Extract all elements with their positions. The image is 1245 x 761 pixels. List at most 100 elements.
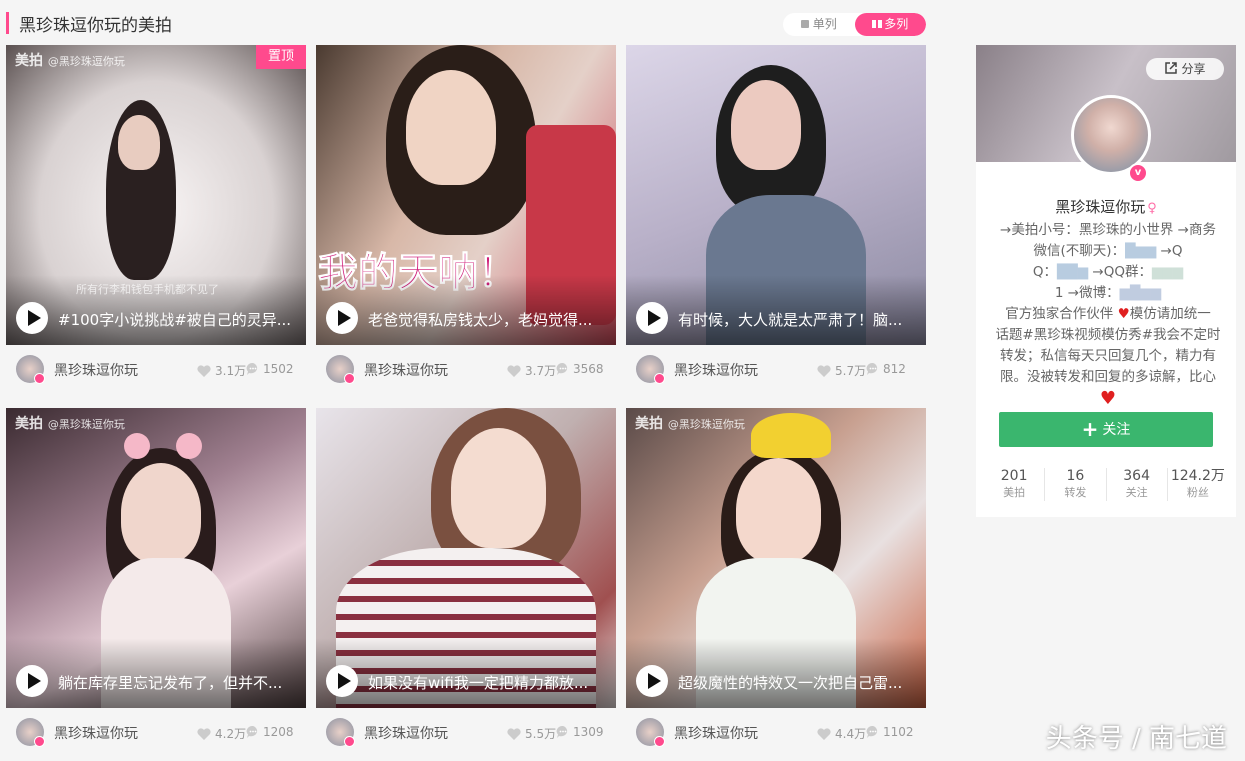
thumbnail-face <box>121 463 201 563</box>
multi-column-icon <box>872 20 877 28</box>
profile-name[interactable]: 黑珍珠逗你玩 ♀ <box>976 196 1236 217</box>
bio-line: 官方独家合作伙伴 ♥模仿请加统一 <box>1005 306 1211 322</box>
video-caption[interactable]: 如果没有wifi我一定把精力都放... <box>368 672 604 693</box>
share-icon <box>1165 62 1178 74</box>
author-name[interactable]: 黑珍珠逗你玩 <box>54 360 138 380</box>
single-column-icon <box>800 20 809 28</box>
video-meta: 黑珍珠逗你玩 3.7万 3568 <box>316 345 616 400</box>
verified-icon <box>34 373 45 384</box>
like-count[interactable]: 3.7万 <box>506 362 556 379</box>
video-meta: 黑珍珠逗你玩 4.4万 1102 <box>626 708 926 761</box>
heart-icon <box>197 365 211 377</box>
meipai-watermark: 美拍 @黑珍珠逗你玩 <box>635 416 745 432</box>
thumbnail-face <box>118 115 160 170</box>
verified-icon <box>344 373 355 384</box>
play-icon <box>338 673 351 689</box>
comment-icon <box>556 362 568 375</box>
comment-count[interactable]: 1208 <box>246 725 294 739</box>
author-name[interactable]: 黑珍珠逗你玩 <box>54 723 138 743</box>
play-icon <box>28 673 41 689</box>
like-count[interactable]: 4.4万 <box>816 725 866 742</box>
thumbnail-face <box>451 428 546 548</box>
section-header: 黑珍珠逗你玩的美拍 单列 多列 <box>6 10 926 38</box>
heart-emoji-icon: ♥ <box>1117 306 1130 322</box>
verified-icon <box>34 736 45 747</box>
video-card: 我的天呐！ 老爸觉得私房钱太少，老妈觉得... 黑珍珠逗你玩 3.7万 3568 <box>316 45 616 400</box>
play-button[interactable] <box>636 302 668 334</box>
view-multi-button[interactable]: 多列 <box>854 13 926 36</box>
video-card: 美拍 @黑珍珠逗你玩 置顶 所有行李和钱包手机都不见了 #100字小说挑战#被自… <box>6 45 306 400</box>
bio-line: 微信(不聊天)：█▆▆ →Q <box>1033 243 1183 259</box>
comment-count[interactable]: 1102 <box>866 725 914 739</box>
comment-icon <box>556 725 568 738</box>
plus-icon: + <box>1081 417 1099 441</box>
like-count[interactable]: 5.7万 <box>816 362 866 379</box>
video-thumbnail[interactable]: 我的天呐！ 老爸觉得私房钱太少，老妈觉得... <box>316 45 616 345</box>
stat-posts[interactable]: 201 美拍 <box>984 468 1046 501</box>
video-card: 如果没有wifi我一定把精力都放... 黑珍珠逗你玩 5.5万 1309 <box>316 408 616 761</box>
author-name[interactable]: 黑珍珠逗你玩 <box>674 723 758 743</box>
like-count[interactable]: 4.2万 <box>196 725 246 742</box>
comment-icon <box>866 725 878 738</box>
thumbnail-face <box>731 80 801 170</box>
bio-line: 1 →微博：▆█▆▆ <box>1054 285 1162 301</box>
author-name[interactable]: 黑珍珠逗你玩 <box>364 360 448 380</box>
comment-count[interactable]: 1309 <box>556 725 604 739</box>
heart-icon <box>197 728 211 740</box>
play-button[interactable] <box>326 665 358 697</box>
play-button[interactable] <box>16 665 48 697</box>
author-name[interactable]: 黑珍珠逗你玩 <box>364 723 448 743</box>
like-count[interactable]: 3.1万 <box>196 362 246 379</box>
play-icon <box>28 310 41 326</box>
verified-icon <box>654 736 665 747</box>
heart-icon <box>507 728 521 740</box>
heart-icon <box>507 365 521 377</box>
video-thumbnail[interactable]: 美拍 @黑珍珠逗你玩 置顶 所有行李和钱包手机都不见了 #100字小说挑战#被自… <box>6 45 306 345</box>
play-icon <box>648 310 661 326</box>
video-thumbnail[interactable]: 美拍 @黑珍珠逗你玩 躺在库存里忘记发布了，但并不... <box>6 408 306 708</box>
view-toggle: 单列 多列 <box>783 13 926 36</box>
video-thumbnail[interactable]: 有时候，大人就是太严肃了！脑... <box>626 45 926 345</box>
female-icon: ♀ <box>1147 201 1157 216</box>
share-button[interactable]: 分享 <box>1146 58 1224 80</box>
meipai-watermark: 美拍 @黑珍珠逗你玩 <box>15 53 125 69</box>
video-meta: 黑珍珠逗你玩 4.2万 1208 <box>6 708 306 761</box>
stat-following[interactable]: 364 关注 <box>1107 468 1168 501</box>
video-thumbnail[interactable]: 美拍 @黑珍珠逗你玩 超级魔性的特效又一次把自己雷... <box>626 408 926 708</box>
video-thumbnail[interactable]: 如果没有wifi我一定把精力都放... <box>316 408 616 708</box>
author-name[interactable]: 黑珍珠逗你玩 <box>674 360 758 380</box>
video-caption[interactable]: 躺在库存里忘记发布了，但并不... <box>58 672 294 693</box>
play-button[interactable] <box>636 665 668 697</box>
bio-line: →美拍小号：黑珍珠的小世界 →商务 <box>1000 222 1216 238</box>
like-count[interactable]: 5.5万 <box>506 725 556 742</box>
play-button[interactable] <box>16 302 48 334</box>
play-button[interactable] <box>326 302 358 334</box>
thumbnail-face <box>736 458 821 563</box>
bio-line: Q：██▆ →QQ群：▆▆▆ <box>1032 264 1184 280</box>
verified-icon: v <box>1128 163 1148 183</box>
stat-reposts[interactable]: 16 转发 <box>1045 468 1107 501</box>
view-single-label: 单列 <box>812 17 837 31</box>
profile-card: 分享 v 黑珍珠逗你玩 ♀ →美拍小号：黑珍珠的小世界 →商务 微信(不聊天)：█… <box>976 45 1236 517</box>
comment-count[interactable]: 1502 <box>246 362 294 376</box>
verified-icon <box>654 373 665 384</box>
page-title: 黑珍珠逗你玩的美拍 <box>19 16 172 36</box>
video-caption[interactable]: 老爸觉得私房钱太少，老妈觉得... <box>368 309 604 330</box>
view-multi-label: 多列 <box>884 17 909 31</box>
source-watermark: 头条号 / 南七道 <box>1045 724 1227 754</box>
page: 黑珍珠逗你玩的美拍 单列 多列 美拍 @黑珍珠逗你玩 置顶 所有行李和钱包手机都… <box>0 0 1245 761</box>
thumbnail-face <box>406 70 496 185</box>
heart-emoji-icon: ♥ <box>1099 388 1117 409</box>
video-card: 美拍 @黑珍珠逗你玩 躺在库存里忘记发布了，但并不... 黑珍珠逗你玩 4.2万… <box>6 408 306 761</box>
comment-count[interactable]: 3568 <box>556 362 604 376</box>
video-caption[interactable]: 超级魔性的特效又一次把自己雷... <box>678 672 914 693</box>
follow-button[interactable]: + 关注 <box>999 412 1213 447</box>
thumbnail-hat <box>751 413 831 458</box>
thumbnail-ear <box>124 433 150 459</box>
view-single-button[interactable]: 单列 <box>783 13 855 36</box>
comment-count[interactable]: 812 <box>866 362 906 376</box>
stat-followers[interactable]: 124.2万 粉丝 <box>1168 468 1228 501</box>
comment-icon <box>866 362 878 375</box>
video-caption[interactable]: 有时候，大人就是太严肃了！脑... <box>678 309 914 330</box>
video-caption[interactable]: #100字小说挑战#被自己的灵异... <box>58 309 294 330</box>
